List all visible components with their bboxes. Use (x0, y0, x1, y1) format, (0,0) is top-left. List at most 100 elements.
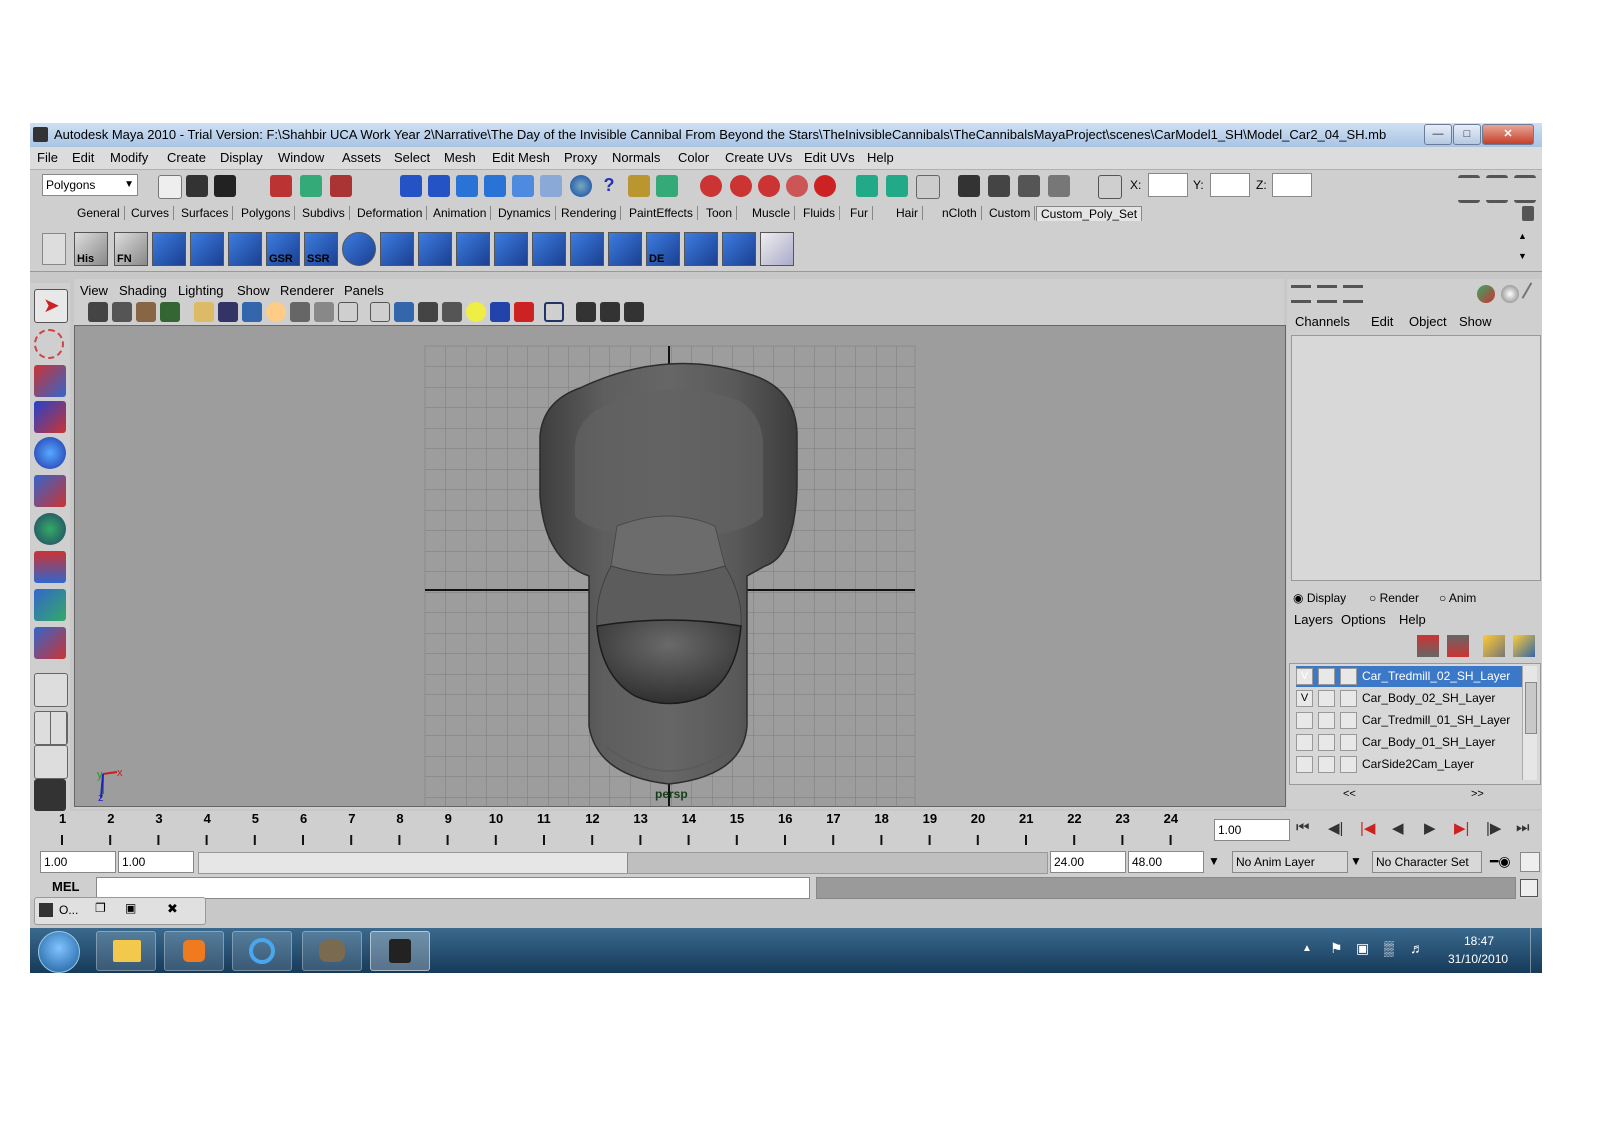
anim-layer-dropdown-icon[interactable]: ▼ (1208, 854, 1220, 868)
de-shelf-button[interactable]: DE (646, 232, 680, 266)
snap-view-icon[interactable] (540, 175, 562, 197)
menu-window[interactable]: Window (278, 150, 324, 165)
shelf-tab-ncloth[interactable]: nCloth (938, 206, 982, 220)
panel-menu-renderer[interactable]: Renderer (280, 283, 334, 298)
perspective-viewport[interactable]: persp x y z (74, 325, 1286, 807)
poly-shelf-button-10[interactable] (570, 232, 604, 266)
last-tool-icon[interactable] (34, 627, 66, 659)
snap-curve-icon[interactable] (428, 175, 450, 197)
layer-color-swatch[interactable] (1340, 690, 1357, 707)
poly-shelf-button-4[interactable] (342, 232, 376, 266)
shelf-tab-deformation[interactable]: Deformation (353, 206, 428, 220)
action-center-flag-icon[interactable]: ⚑ (1330, 940, 1343, 957)
field-chart-icon[interactable] (290, 302, 310, 322)
poly-shelf-button-14[interactable] (760, 232, 794, 266)
poly-shelf-button-7[interactable] (456, 232, 490, 266)
poly-shelf-button-13[interactable] (722, 232, 756, 266)
tool-settings-toggle-icon[interactable] (1343, 285, 1363, 303)
close-button[interactable]: ✕ (1482, 124, 1534, 145)
layer-visibility-toggle[interactable] (1296, 712, 1313, 729)
menu-edit-mesh[interactable]: Edit Mesh (492, 150, 550, 165)
help-icon[interactable]: ? (598, 175, 620, 197)
film-gate-icon[interactable] (218, 302, 238, 322)
snap-grid-icon[interactable] (400, 175, 422, 197)
layer-color-swatch[interactable] (1340, 668, 1357, 685)
safe-action-icon[interactable] (314, 302, 334, 322)
show-desktop-button[interactable] (1530, 928, 1542, 973)
ssr-shelf-button[interactable]: SSR (304, 232, 338, 266)
go-to-end-icon[interactable]: ⏭ (1516, 819, 1530, 836)
end-time-field[interactable]: 48.00 (1128, 851, 1204, 873)
menu-create-uvs[interactable]: Create UVs (725, 150, 792, 165)
snap-point-icon[interactable] (456, 175, 478, 197)
bookmark-icon[interactable] (136, 302, 156, 322)
radio-anim[interactable]: ○ Anim (1439, 591, 1476, 605)
animation-preferences-icon[interactable] (1520, 852, 1540, 872)
render-settings-icon[interactable] (1018, 175, 1040, 197)
shelf-tab-fur[interactable]: Fur (846, 206, 873, 220)
menu-help[interactable]: Help (867, 150, 894, 165)
shelf-tab-muscle[interactable]: Muscle (748, 206, 796, 220)
shaded-wireframe-icon[interactable] (418, 302, 438, 322)
lock-icon[interactable] (628, 175, 650, 197)
menu-file[interactable]: File (37, 150, 58, 165)
lights-icon[interactable] (466, 302, 486, 322)
layer-row[interactable]: V Car_Tredmill_02_SH_Layer (1296, 666, 1524, 687)
select-object-icon[interactable] (300, 175, 322, 197)
scroll-right-button[interactable]: >> (1471, 788, 1484, 800)
layer-scrollbar[interactable] (1522, 666, 1537, 780)
xray-icon[interactable] (576, 302, 596, 322)
signal-strength-icon[interactable]: ▒ (1384, 940, 1394, 956)
render-sphere-icon[interactable] (570, 175, 592, 197)
layer-color-swatch[interactable] (1340, 756, 1357, 773)
layer-visibility-toggle[interactable]: V (1296, 668, 1313, 685)
snap-plane-icon[interactable] (484, 175, 506, 197)
shelf-tab-toon[interactable]: Toon (702, 206, 738, 220)
image-plane-icon[interactable] (160, 302, 180, 322)
channel-menu-edit[interactable]: Edit (1371, 314, 1393, 329)
step-forward-key-icon[interactable]: ▶| (1454, 819, 1469, 837)
menu-proxy[interactable]: Proxy (564, 150, 597, 165)
magnet-icon[interactable] (758, 175, 780, 197)
minimize-button[interactable]: — (1424, 124, 1452, 145)
clock-time[interactable]: 18:47 (1464, 934, 1494, 948)
paint-select-tool-icon[interactable] (34, 365, 66, 397)
ie-taskbar-button[interactable] (232, 931, 292, 971)
scale-tool-icon[interactable] (34, 475, 66, 507)
menu-create[interactable]: Create (167, 150, 206, 165)
poly-shelf-button-5[interactable] (380, 232, 414, 266)
channel-box-icon[interactable] (1514, 175, 1536, 203)
maximize-icon[interactable]: ▣ (125, 901, 136, 915)
select-hierarchy-icon[interactable] (270, 175, 292, 197)
tool-settings-icon[interactable] (1486, 175, 1508, 203)
render-frame-icon[interactable] (958, 175, 980, 197)
layer-type-toggle[interactable] (1318, 756, 1335, 773)
live-surface-icon[interactable] (814, 175, 836, 197)
show-hidden-icons-icon[interactable]: ▲ (1302, 943, 1312, 954)
shelf-tab-rendering[interactable]: Rendering (557, 206, 622, 220)
select-tool-icon[interactable]: ➤ (34, 289, 68, 323)
layer-row[interactable]: Car_Tredmill_01_SH_Layer (1296, 710, 1524, 731)
resolution-gate-icon[interactable] (242, 302, 262, 322)
restore-icon[interactable]: ❐ (95, 901, 106, 915)
panel-menu-shading[interactable]: Shading (119, 283, 167, 298)
show-manipulator-icon[interactable] (34, 589, 66, 621)
start-button-icon[interactable] (38, 931, 80, 973)
character-set-dropdown-icon[interactable]: ▼ (1350, 854, 1362, 868)
step-forward-frame-icon[interactable]: |▶ (1486, 819, 1501, 837)
soft-mod-tool-icon[interactable] (34, 551, 66, 583)
lasso-tool-icon[interactable] (34, 329, 64, 359)
four-view-layout-icon[interactable] (34, 711, 68, 745)
manipulator-icon[interactable] (1477, 285, 1495, 303)
shelf-menu-icon[interactable] (42, 233, 66, 265)
menu-mesh[interactable]: Mesh (444, 150, 476, 165)
panel-menu-lighting[interactable]: Lighting (178, 283, 224, 298)
maya-taskbar-button[interactable] (370, 931, 430, 971)
layer-row[interactable]: V Car_Body_02_SH_Layer (1296, 688, 1524, 709)
range-start-field[interactable]: 1.00 (118, 851, 194, 873)
camera-select-icon[interactable] (88, 302, 108, 322)
poly-shelf-button-9[interactable] (532, 232, 566, 266)
gimp-taskbar-button[interactable] (302, 931, 362, 971)
anim-layer-field[interactable]: No Anim Layer (1232, 851, 1348, 873)
output-icon[interactable] (886, 175, 908, 197)
